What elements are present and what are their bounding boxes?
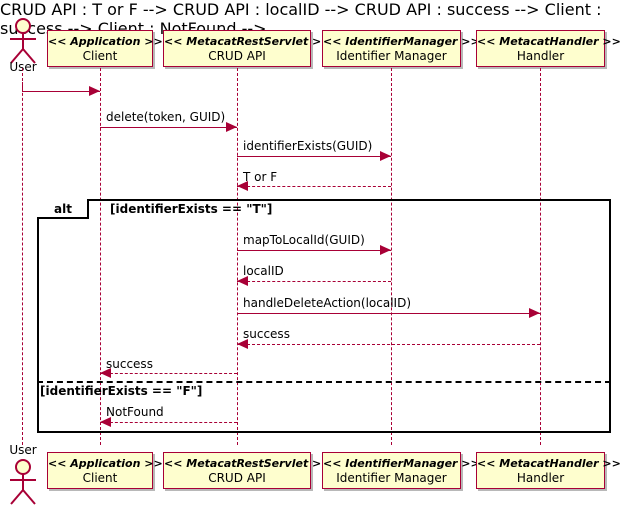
message-line-local-id [237, 281, 391, 282]
participant-box-client-top[interactable]: << Application >> Client [47, 30, 163, 67]
participant-stereotype-crud-bottom: << MetacatRestServlet >> [164, 457, 331, 470]
actor-stick-figure-bottom-icon [10, 459, 36, 505]
message-arrowhead-t-or-f [237, 181, 248, 191]
participant-stereotype-handler-bottom: << MetacatHandler >> [477, 457, 621, 470]
message-label-t-or-f: T or F [243, 170, 278, 184]
message-arrowhead-map-to-local-id [380, 245, 391, 255]
message-line-delete [100, 127, 237, 128]
participant-stereotype-client-bottom: << Application >> [48, 457, 163, 470]
message-arrowhead-identifier-exists [380, 151, 391, 161]
message-line-success-client [100, 373, 237, 374]
message-arrowhead-delete [226, 122, 237, 132]
participant-name-client-bottom: Client [82, 471, 118, 485]
actor-label-top: User [9, 60, 37, 74]
participant-box-handler-bottom[interactable]: << MetacatHandler >> Handler [476, 452, 621, 489]
message-line-handle-delete-action [237, 313, 540, 314]
message-line-t-or-f [237, 186, 391, 187]
actor-label-bottom: User [9, 443, 37, 457]
message-arrowhead-local-id [237, 276, 248, 286]
participant-box-client-bottom[interactable]: << Application >> Client [47, 452, 163, 489]
message-label-identifier-exists: identifierExists(GUID) [243, 139, 373, 153]
participant-stereotype-idmgr-top: << IdentifierManager >> [323, 35, 480, 48]
message-line-success-handler [237, 344, 540, 345]
message-label-success-client: success [106, 357, 153, 371]
alt-branch-1-guard: [identifierExists == "T"] [110, 202, 273, 216]
participant-stereotype-crud-top: << MetacatRestServlet >> [164, 35, 331, 48]
message-arrowhead-success-handler [237, 339, 248, 349]
participant-name-crud-bottom: CRUD API [208, 471, 266, 485]
participant-name-idmgr-bottom: Identifier Manager [336, 471, 447, 485]
message-arrowhead-success-client [100, 368, 111, 378]
lifeline-user [22, 68, 23, 445]
message-label-success-handler: success [243, 327, 290, 341]
message-arrowhead-user-to-client [89, 86, 100, 96]
message-stub-user-origin [22, 82, 23, 91]
participant-box-idmgr-bottom[interactable]: << IdentifierManager >> Identifier Manag… [322, 452, 480, 489]
message-label-map-to-local-id: mapToLocalId(GUID) [243, 233, 365, 247]
message-arrowhead-handle-delete-action [529, 308, 540, 318]
participant-name-client-top: Client [82, 49, 118, 63]
alt-fragment-label: alt [54, 202, 72, 216]
participant-name-handler-top: Handler [516, 49, 565, 63]
participant-name-crud-top: CRUD API [208, 49, 266, 63]
participant-stereotype-handler-top: << MetacatHandler >> [477, 35, 621, 48]
message-label-local-id: localID [243, 264, 284, 278]
participant-box-handler-top[interactable]: << MetacatHandler >> Handler [476, 30, 621, 67]
message-line-identifier-exists [237, 156, 391, 157]
message-arrowhead-not-found [100, 417, 111, 427]
message-label-delete: delete(token, GUID) [106, 110, 226, 124]
participant-name-handler-bottom: Handler [516, 471, 565, 485]
message-line-not-found [100, 422, 237, 423]
message-label-not-found: NotFound [106, 405, 164, 419]
actor-stick-figure-icon [10, 18, 36, 64]
participant-box-idmgr-top[interactable]: << IdentifierManager >> Identifier Manag… [322, 30, 480, 67]
message-line-map-to-local-id [237, 250, 391, 251]
alt-branch-divider [37, 381, 611, 383]
actor-user-bottom [6, 459, 40, 509]
participant-stereotype-idmgr-bottom: << IdentifierManager >> [323, 457, 480, 470]
participant-box-crud-top[interactable]: << MetacatRestServlet >> CRUD API [163, 30, 331, 67]
message-label-handle-delete-action: handleDeleteAction(localID) [243, 296, 412, 310]
sequence-diagram-canvas: User << Application >> Client << Metacat… [0, 0, 622, 522]
participant-name-idmgr-top: Identifier Manager [336, 49, 447, 63]
participant-box-crud-bottom[interactable]: << MetacatRestServlet >> CRUD API [163, 452, 331, 489]
participant-stereotype-client-top: << Application >> [48, 35, 163, 48]
alt-branch-2-guard: [identifierExists == "F"] [40, 384, 203, 398]
